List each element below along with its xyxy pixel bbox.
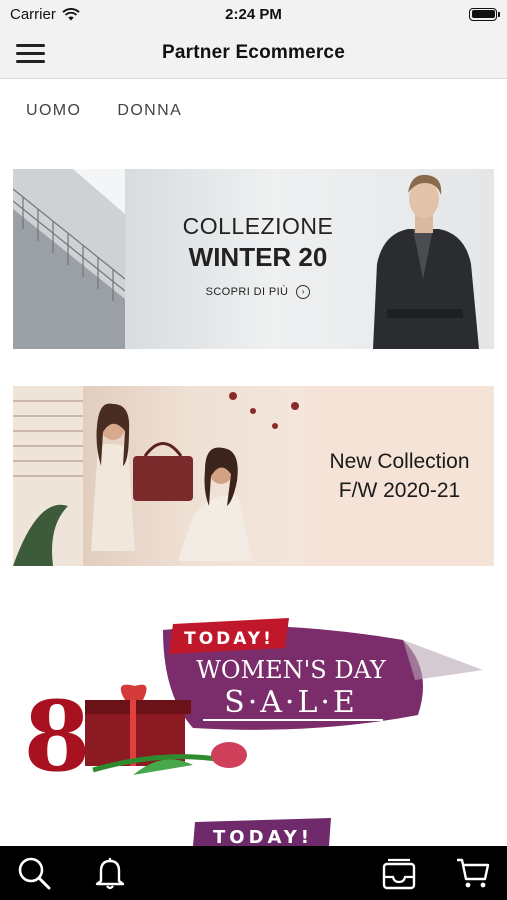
status-carrier-group: Carrier <box>0 6 80 23</box>
battery-level <box>471 10 495 18</box>
banner-heading-line1: COLLEZIONE <box>182 213 334 239</box>
banner-text-block: COLLEZIONE WINTER 20 SCOPRI DI PIÙ › <box>178 213 338 299</box>
status-right <box>469 7 507 21</box>
hamburger-menu-icon[interactable] <box>16 42 46 64</box>
carrier-label: Carrier <box>10 5 56 23</box>
banner-heading-line1: New Collection <box>329 450 470 473</box>
battery-icon <box>469 7 500 21</box>
today-badge-label: TODAY! <box>184 629 274 649</box>
category-tabs: UOMO DONNA <box>26 102 182 120</box>
staircase-illustration <box>13 169 126 349</box>
status-bar: Carrier 2:24 PM <box>0 0 507 28</box>
page-title: Partner Ecommerce <box>162 42 345 63</box>
fashion-photo <box>13 386 305 566</box>
search-icon[interactable] <box>16 856 52 890</box>
inbox-tray-icon[interactable] <box>381 856 417 890</box>
tab-uomo[interactable]: UOMO <box>26 102 81 120</box>
tab-donna[interactable]: DONNA <box>117 102 182 120</box>
discover-more-link[interactable]: SCOPRI DI PIÙ › <box>178 285 338 299</box>
bell-icon[interactable] <box>92 856 128 890</box>
promo-heading: WOMEN'S DAY <box>196 656 387 684</box>
banner-text-block: New Collection F/W 2020-21 <box>305 386 494 566</box>
chevron-right-circle-icon: › <box>296 285 311 299</box>
number-eight: 8 <box>24 680 91 793</box>
banner-heading-line2: F/W 2020-21 <box>338 479 461 502</box>
discover-more-label: SCOPRI DI PIÙ <box>205 286 289 298</box>
wifi-icon <box>62 7 80 20</box>
tulip-icon <box>211 742 247 768</box>
bottom-tab-bar <box>0 846 507 900</box>
today-badge-bottom: TODAY! <box>213 827 313 846</box>
banner-new-collection[interactable]: New Collection F/W 2020-21 <box>13 386 494 566</box>
cart-icon[interactable] <box>455 856 491 890</box>
banner-heading-line2: WINTER 20 <box>188 242 328 272</box>
womens-day-sale-banner[interactable]: TODAY! WOMEN'S DAY S·A·L·E 8 TODAY! <box>13 600 494 846</box>
promo-sale-label: S·A·L·E <box>224 685 358 720</box>
male-model-illustration <box>373 174 479 349</box>
banner-winter-collection[interactable]: COLLEZIONE WINTER 20 SCOPRI DI PIÙ › <box>13 169 494 349</box>
navigation-bar: Partner Ecommerce <box>0 28 507 79</box>
